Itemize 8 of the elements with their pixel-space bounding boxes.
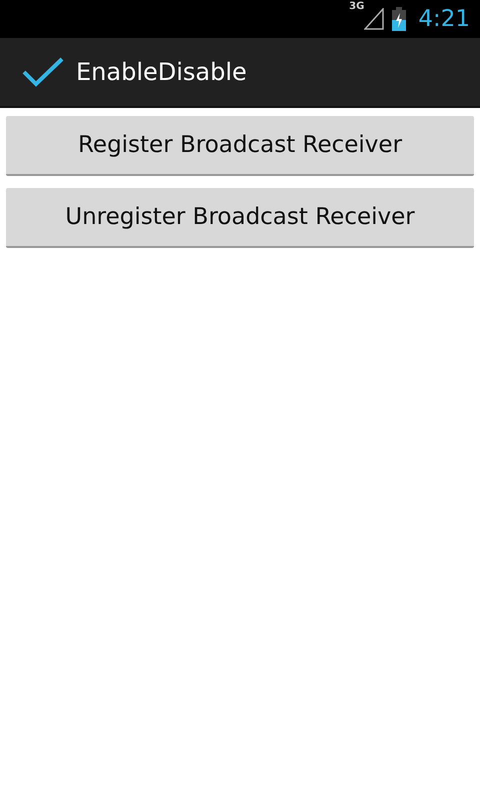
signal-icon: [364, 8, 384, 30]
clock-time: 4:21: [418, 6, 470, 32]
action-button[interactable]: Register Broadcast Receiver: [6, 116, 474, 176]
battery-charging-icon: [392, 7, 406, 31]
network-type: 3G: [349, 2, 364, 12]
app-title: EnableDisable: [76, 58, 247, 86]
checkmark-icon: [22, 57, 64, 87]
action-button[interactable]: Unregister Broadcast Receiver: [6, 188, 474, 248]
